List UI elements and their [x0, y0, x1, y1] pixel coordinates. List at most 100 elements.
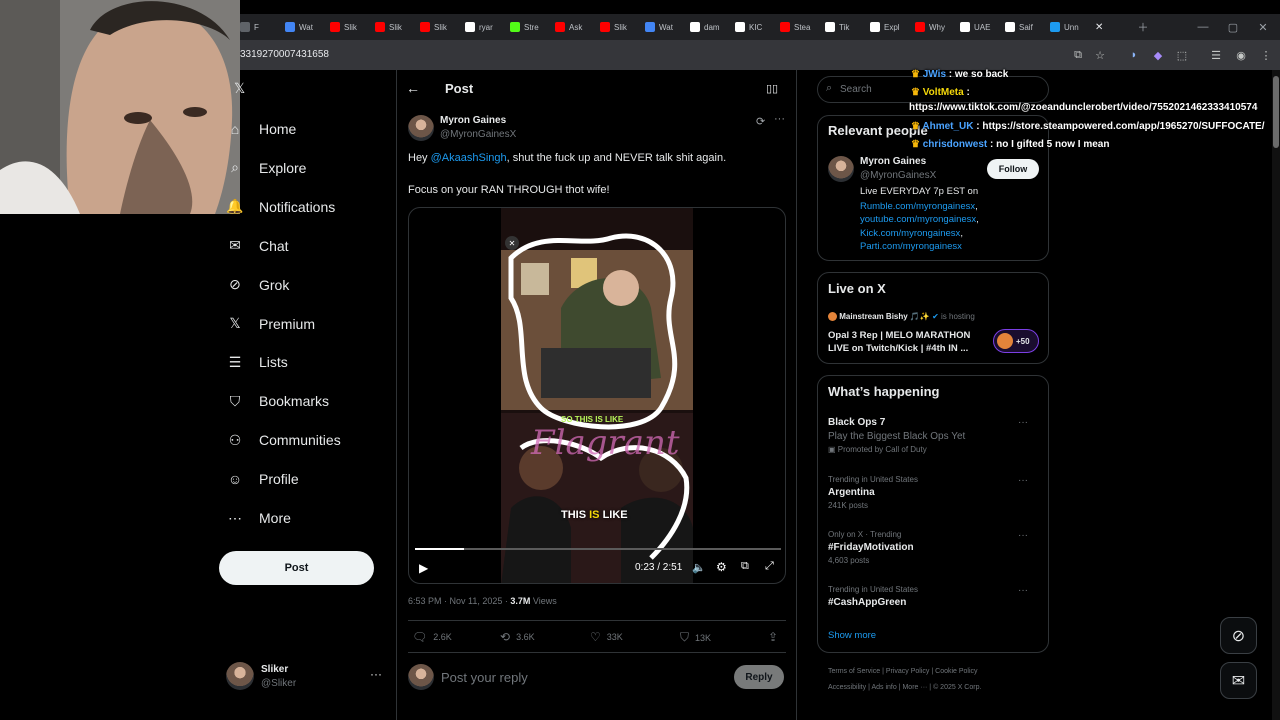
- bio-link[interactable]: Parti.com/myrongainesx: [860, 241, 962, 252]
- author-avatar[interactable]: [408, 115, 434, 141]
- menu-kebab-icon[interactable]: ⋮: [1258, 47, 1274, 63]
- browser-tab[interactable]: Wat: [645, 14, 687, 40]
- footer-link[interactable]: © 2025 X Corp.: [933, 684, 981, 691]
- footer-link[interactable]: Privacy Policy: [886, 668, 930, 675]
- sidebar-item-more[interactable]: ⋯ More: [226, 503, 291, 533]
- bio-link[interactable]: Kick.com/myrongainesx: [860, 228, 960, 239]
- footer-link[interactable]: Cookie Policy: [935, 668, 977, 675]
- author-name[interactable]: Myron Gaines: [440, 115, 506, 126]
- browser-tab[interactable]: Saif: [1005, 14, 1047, 40]
- settings-gear-icon[interactable]: ⚙: [716, 560, 727, 574]
- shield-icon[interactable]: ◆: [1150, 47, 1166, 63]
- x-logo-icon[interactable]: 𝕏: [234, 80, 245, 97]
- sidebar-item-explore[interactable]: ⌕ Explore: [226, 153, 306, 183]
- live-stream-title-1[interactable]: Opal 3 Rep | MELO MARATHON: [828, 330, 970, 341]
- reply-action[interactable]: 🗨 2.6K: [412, 630, 452, 644]
- sidebar-item-profile[interactable]: ☺ Profile: [226, 464, 299, 494]
- browser-tab[interactable]: Stea: [780, 14, 822, 40]
- follow-button[interactable]: Follow: [987, 159, 1039, 179]
- live-stream-title-2[interactable]: LIVE on Twitch/Kick | #4th IN ...: [828, 343, 968, 354]
- video-close-icon[interactable]: ✕: [505, 236, 519, 250]
- cast-icon[interactable]: ⧉: [1070, 47, 1086, 63]
- play-icon[interactable]: ▶: [419, 561, 428, 575]
- video-player[interactable]: Flagrant SO THIS IS LIKE THIS IS LIKE ✕ …: [408, 207, 786, 584]
- grok-icon[interactable]: ⟳: [756, 115, 765, 128]
- browser-tab[interactable]: Slik: [330, 14, 372, 40]
- browser-tab[interactable]: UAE: [960, 14, 1002, 40]
- bookmark-action[interactable]: ⛉ 13K: [680, 630, 711, 645]
- reader-icon[interactable]: ▯▯: [766, 82, 778, 95]
- footer-link[interactable]: Accessibility: [828, 684, 866, 691]
- fullscreen-icon[interactable]: ⤢: [765, 560, 774, 573]
- trend-more-icon[interactable]: ···: [1018, 530, 1028, 541]
- extension-icon[interactable]: ◗: [1126, 47, 1142, 63]
- trend-item[interactable]: Black Ops 7 Play the Biggest Black Ops Ye…: [828, 417, 1038, 454]
- share-action[interactable]: ⇪: [768, 630, 778, 644]
- scrollbar[interactable]: [1272, 70, 1280, 720]
- sidebar-item-communities[interactable]: ⚇ Communities: [226, 425, 341, 455]
- browser-tab[interactable]: Slik: [375, 14, 417, 40]
- scrollbar-thumb[interactable]: [1273, 76, 1279, 148]
- volume-icon[interactable]: 🔈: [692, 561, 706, 574]
- sidebar-item-chat[interactable]: ✉ Chat: [226, 231, 288, 261]
- account-more-icon[interactable]: ···: [370, 667, 382, 681]
- account-switcher[interactable]: Sliker @Sliker ···: [226, 662, 386, 692]
- back-arrow-icon[interactable]: ←: [406, 80, 420, 96]
- trend-item[interactable]: Trending in United States #CashAppGreen ··…: [828, 585, 1038, 611]
- trend-item[interactable]: Only on X · Trending #FridayMotivation 4,6…: [828, 530, 1038, 568]
- browser-tab[interactable]: Slik: [420, 14, 462, 40]
- bio-link[interactable]: youtube.com/myrongainesx: [860, 214, 976, 225]
- like-action[interactable]: ♡ 33K: [590, 630, 623, 644]
- browser-tab[interactable]: ryar: [465, 14, 507, 40]
- sidebar-item-home[interactable]: ⌂ Home: [226, 114, 297, 144]
- reply-input[interactable]: Post your reply: [441, 670, 528, 685]
- close-tab-icon[interactable]: ✕: [1095, 14, 1109, 40]
- puzzle-icon[interactable]: ⬚: [1174, 47, 1190, 63]
- sidebar-item-lists[interactable]: ☰ Lists: [226, 347, 288, 377]
- browser-tab[interactable]: Ask: [555, 14, 597, 40]
- show-more-link[interactable]: Show more: [828, 630, 876, 641]
- browser-tab[interactable]: F: [240, 14, 282, 40]
- browser-tab[interactable]: Slik: [600, 14, 642, 40]
- live-listeners-pill[interactable]: +50: [993, 329, 1039, 353]
- close-window-button[interactable]: ✕: [1250, 14, 1276, 40]
- sidebar-item-premium[interactable]: 𝕏 Premium: [226, 309, 315, 339]
- media-icon[interactable]: ☰: [1208, 47, 1224, 63]
- trend-more-icon[interactable]: ···: [1018, 417, 1028, 428]
- author-handle[interactable]: @MyronGainesX: [440, 129, 516, 140]
- footer-link[interactable]: More ···: [902, 684, 927, 691]
- mention-link[interactable]: @AkaashSingh: [431, 152, 507, 164]
- post-button[interactable]: Post: [219, 551, 374, 585]
- sidebar-item-bookmarks[interactable]: ⛉ Bookmarks: [226, 386, 329, 416]
- trend-item[interactable]: Trending in United States Argentina 241K p…: [828, 475, 1038, 513]
- browser-tab[interactable]: Expl: [870, 14, 912, 40]
- reply-button[interactable]: Reply: [734, 665, 784, 689]
- repost-action[interactable]: ⟲ 3.6K: [500, 630, 535, 644]
- trend-more-icon[interactable]: ···: [1018, 475, 1028, 486]
- star-icon[interactable]: ☆: [1092, 47, 1108, 63]
- footer-link[interactable]: Ads info: [871, 684, 896, 691]
- live-host-row[interactable]: Mainstream Bishy 🎵✨ ✔ is hosting: [828, 312, 975, 322]
- post-more-icon[interactable]: ···: [774, 113, 785, 125]
- sidebar-item-grok[interactable]: ⊘ Grok: [226, 270, 289, 300]
- browser-tab[interactable]: Unn: [1050, 14, 1092, 40]
- grok-float-button[interactable]: ⊘: [1220, 617, 1257, 654]
- browser-tab[interactable]: KIC: [735, 14, 777, 40]
- trend-more-icon[interactable]: ···: [1018, 585, 1028, 596]
- bio-link[interactable]: Rumble.com/myrongainesx: [860, 201, 975, 212]
- sidebar-item-notifications[interactable]: 🔔 Notifications: [226, 192, 335, 222]
- maximize-button[interactable]: ▢: [1220, 14, 1246, 40]
- relevant-person-name[interactable]: Myron Gaines: [860, 156, 926, 167]
- footer-link[interactable]: Terms of Service: [828, 668, 880, 675]
- address-url[interactable]: 3319270007431658: [240, 49, 329, 60]
- picture-in-picture-icon[interactable]: ⧉: [741, 560, 749, 573]
- browser-tab[interactable]: Wat: [285, 14, 327, 40]
- browser-tab[interactable]: Why: [915, 14, 957, 40]
- browser-tab[interactable]: Stre: [510, 14, 552, 40]
- post-timestamp[interactable]: 6:53 PM · Nov 11, 2025 ·: [408, 596, 510, 606]
- new-tab-button[interactable]: ＋: [1130, 14, 1156, 40]
- video-progress-track[interactable]: [415, 548, 781, 550]
- minimize-button[interactable]: —: [1190, 14, 1216, 40]
- profile-avatar-icon[interactable]: ◉: [1233, 47, 1249, 63]
- relevant-person-avatar[interactable]: [828, 156, 854, 182]
